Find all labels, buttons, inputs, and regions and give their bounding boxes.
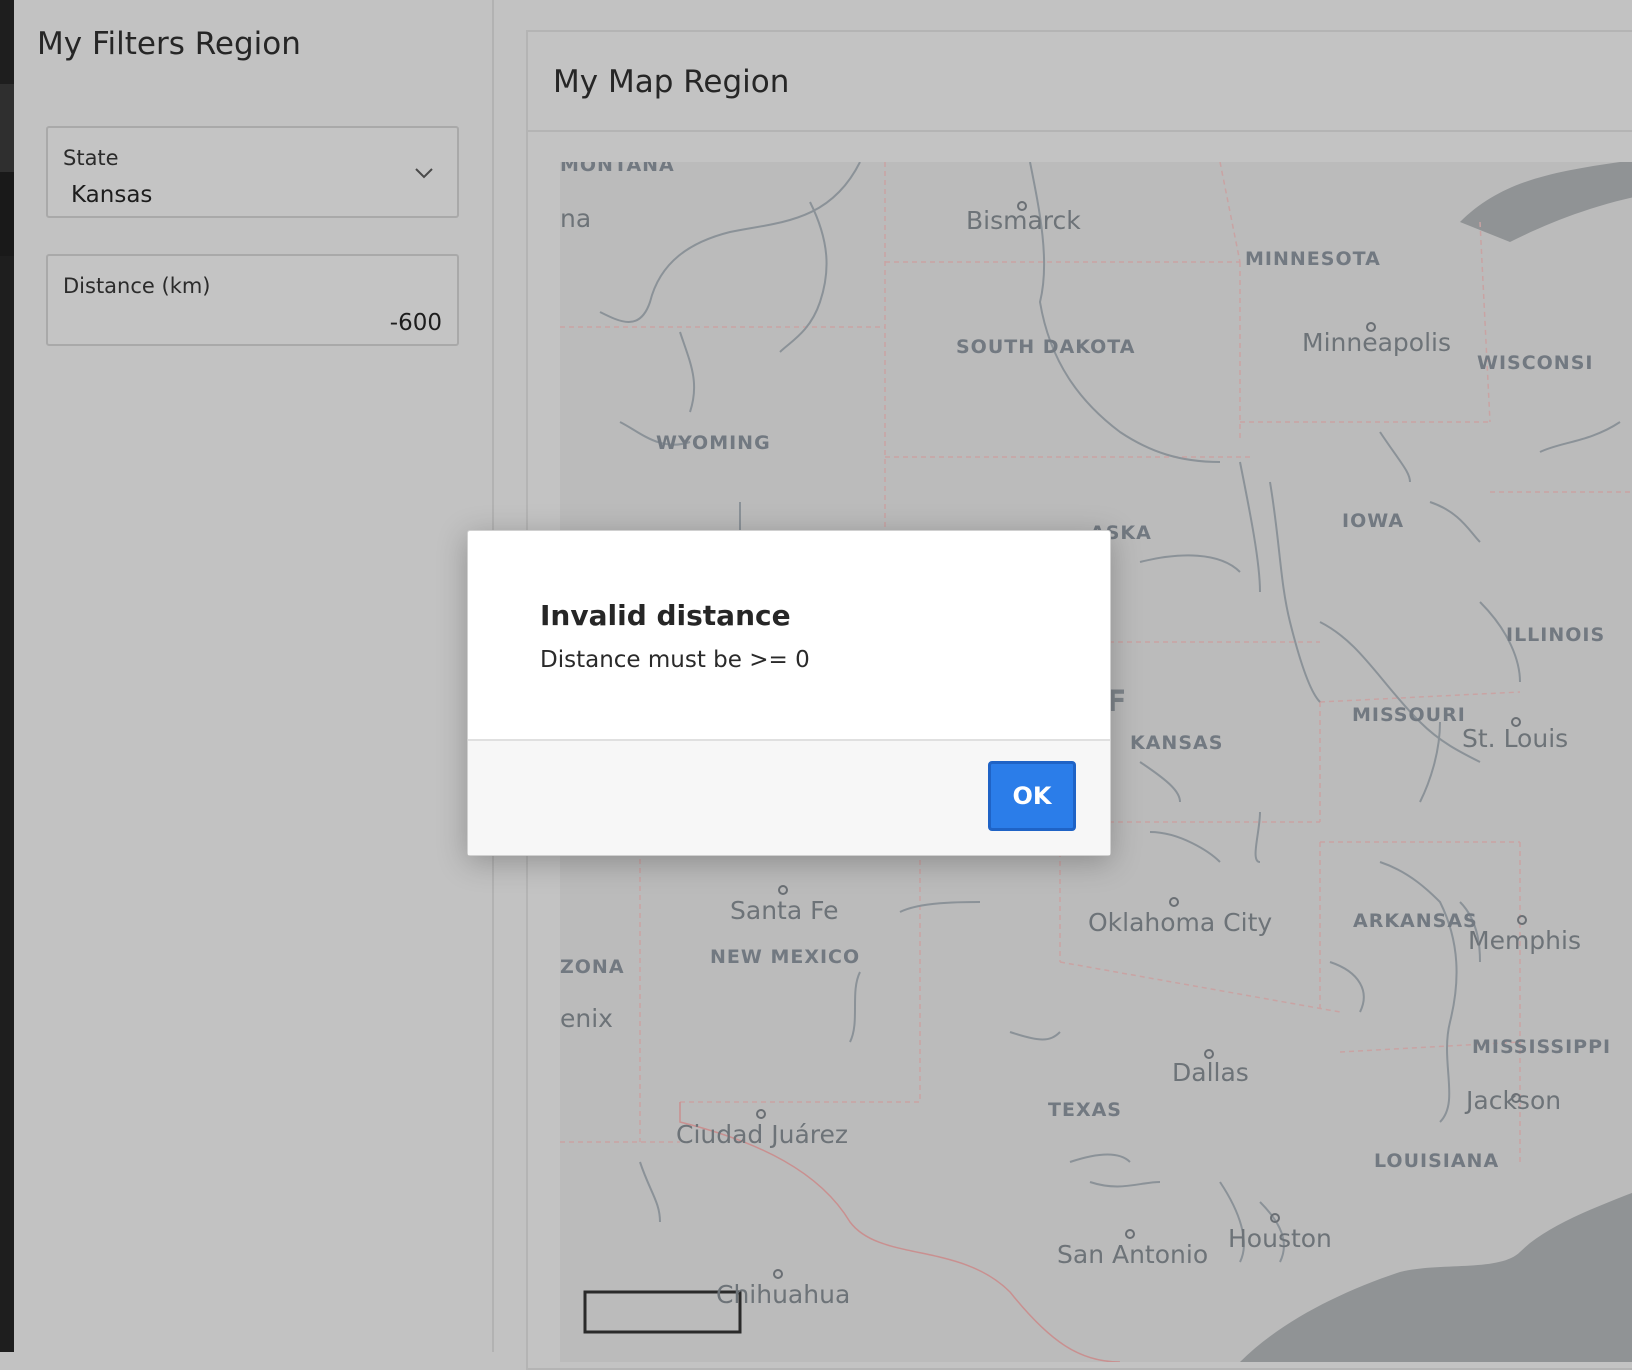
map-label-phoenix: enix [560,1004,613,1033]
map-label-st-louis: St. Louis [1462,724,1569,753]
map-region-header: My Map Region [528,32,1632,132]
distance-label: Distance (km) [63,274,211,298]
map-label-new-mexico: NEW MEXICO [710,946,861,968]
map-label-san-antonio: San Antonio [1057,1240,1209,1269]
map-label-chihuahua: Chihuahua [716,1280,851,1309]
map-label-mississippi: MISSISSIPPI [1472,1036,1612,1058]
map-label-arizona: ZONA [560,956,625,978]
left-strip-segment [0,84,14,172]
map-label-oklahoma-city: Oklahoma City [1088,908,1273,937]
left-app-strip [0,0,14,1352]
map-label-montana: MONTANA [560,162,675,176]
map-label-bismarck: Bismarck [966,206,1081,235]
map-label-jackson: Jackson [1466,1086,1562,1115]
map-label-wisconsin: WISCONSI [1477,352,1594,374]
filters-region: My Filters Region State Kansas Distance … [14,0,494,1352]
map-label-kansas: KANSAS [1130,732,1224,754]
map-label-illinois: ILLINOIS [1506,624,1606,646]
map-label-missouri: MISSOURI [1352,704,1466,726]
map-label-houston: Houston [1228,1224,1332,1253]
map-label-minnesota: MINNESOTA [1245,248,1381,270]
filters-region-title: My Filters Region [37,26,301,62]
chevron-down-icon[interactable] [413,162,435,184]
map-region-title: My Map Region [553,64,790,100]
map-label-dallas: Dallas [1172,1058,1249,1087]
map-label-minneapolis: Minneapolis [1302,328,1451,357]
map-label-na: na [560,204,592,233]
dialog-message: Distance must be >= 0 [540,647,810,673]
map-label-arkansas: ARKANSAS [1353,910,1478,932]
ok-button[interactable]: OK [988,761,1076,831]
map-label-louisiana: LOUISIANA [1374,1150,1500,1172]
state-label: State [63,146,119,170]
gulf-of-mexico [1240,1192,1632,1362]
map-label-santa-fe: Santa Fe [730,896,839,925]
invalid-distance-dialog: Invalid distance Distance must be >= 0 O… [467,530,1111,856]
dialog-title: Invalid distance [540,599,791,632]
distance-field[interactable]: Distance (km) -600 [46,254,459,346]
map-label-ciudad-juarez: Ciudad Juárez [676,1120,849,1149]
map-label-texas: TEXAS [1048,1099,1122,1121]
map-label-memphis: Memphis [1468,926,1581,955]
state-select[interactable]: State Kansas [46,126,459,218]
dialog-body: Invalid distance Distance must be >= 0 [468,531,1110,739]
dialog-footer: OK [468,739,1110,855]
map-label-iowa: IOWA [1342,510,1405,532]
map-label-wyoming: WYOMING [656,432,771,454]
distance-input[interactable]: -600 [390,310,442,336]
left-strip-segment-active [0,172,14,256]
map-label-south-dakota: SOUTH DAKOTA [956,336,1136,358]
state-value: Kansas [71,182,153,208]
lake-superior [1460,162,1632,242]
